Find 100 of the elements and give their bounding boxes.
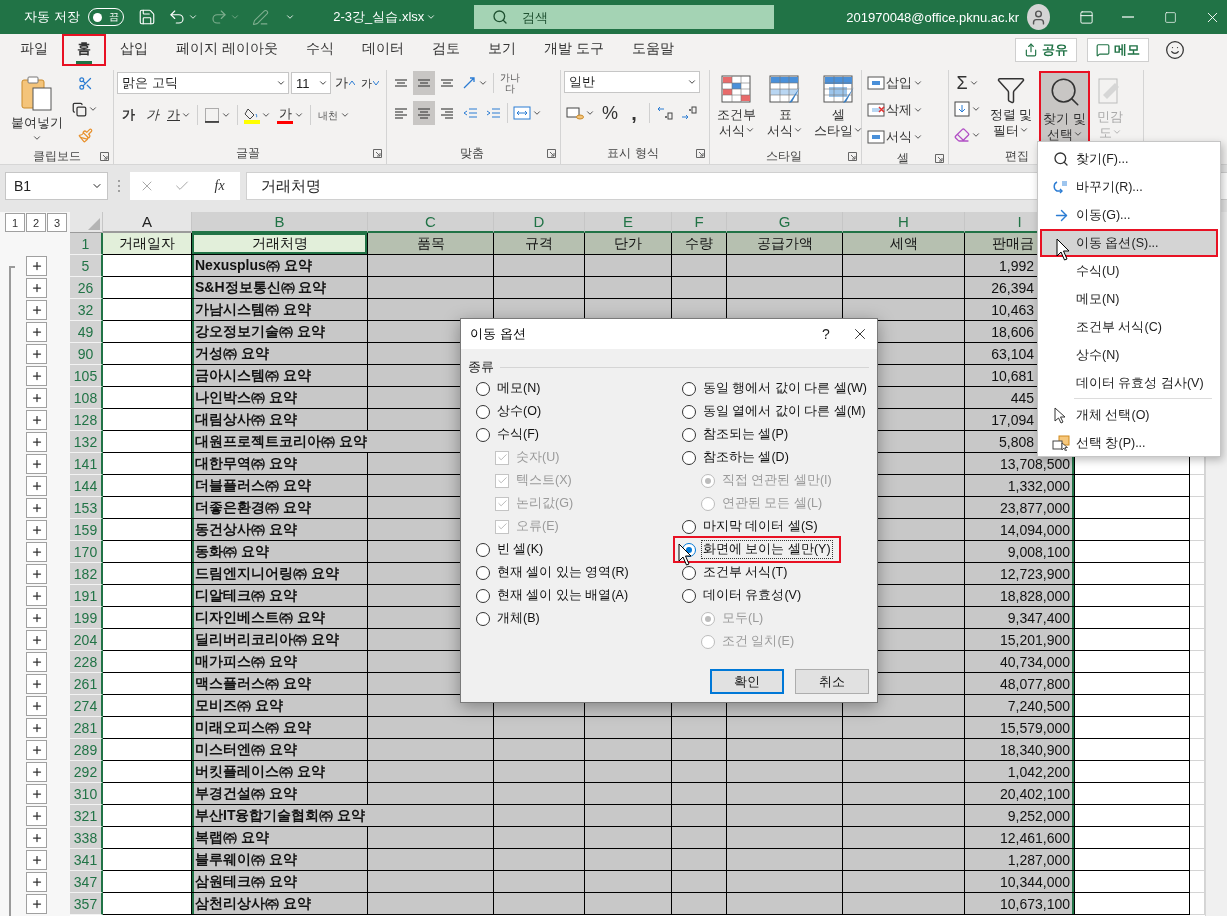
conditional-formatting-button[interactable]: 조건부 서식 bbox=[713, 71, 760, 147]
dialog-launcher-icon[interactable] bbox=[100, 152, 109, 161]
dialog-launcher-icon[interactable] bbox=[373, 149, 382, 158]
expand-button[interactable] bbox=[26, 850, 47, 870]
expand-button[interactable] bbox=[26, 608, 47, 628]
row-header[interactable]: 261 bbox=[70, 673, 103, 695]
row-header[interactable]: 26 bbox=[70, 277, 103, 299]
radio-button[interactable] bbox=[476, 611, 490, 626]
expand-button[interactable] bbox=[26, 322, 47, 342]
option-label[interactable]: 마지막 데이터 셀(S) bbox=[701, 517, 820, 536]
ribbon-tab[interactable]: 개발 도구 bbox=[529, 34, 618, 66]
expand-button[interactable] bbox=[26, 894, 47, 914]
expand-button[interactable] bbox=[26, 476, 47, 496]
expand-button[interactable] bbox=[26, 806, 47, 826]
dialog-launcher-icon[interactable] bbox=[848, 152, 857, 161]
row-header[interactable]: 182 bbox=[70, 563, 103, 585]
row-header[interactable]: 153 bbox=[70, 497, 103, 519]
dialog-launcher-icon[interactable] bbox=[935, 154, 944, 163]
option-label[interactable]: 개체(B) bbox=[495, 609, 542, 628]
row-header[interactable]: 132 bbox=[70, 431, 103, 453]
file-name-button[interactable]: 2-3강_실습.xlsx bbox=[331, 2, 439, 32]
outline-level-button[interactable]: 1 bbox=[5, 213, 25, 232]
menu-item[interactable]: 바꾸기(R)... bbox=[1040, 173, 1218, 201]
radio-button[interactable] bbox=[682, 427, 696, 442]
expand-button[interactable] bbox=[26, 564, 47, 584]
option-label[interactable]: 현재 셀이 있는 배열(A) bbox=[495, 586, 631, 605]
row-header[interactable]: 289 bbox=[70, 739, 103, 761]
ribbon-tab[interactable]: 홈 bbox=[62, 34, 106, 66]
share-button[interactable]: 공유 bbox=[1014, 38, 1077, 62]
row-header[interactable]: 191 bbox=[70, 585, 103, 607]
expand-button[interactable] bbox=[26, 366, 47, 386]
row-header[interactable]: 90 bbox=[70, 343, 103, 365]
delete-cells-button[interactable]: 삭제 bbox=[865, 98, 925, 122]
row-header[interactable]: 338 bbox=[70, 827, 103, 849]
option-label[interactable]: 상수(O) bbox=[495, 402, 544, 421]
menu-item[interactable]: 이동 옵션(S)... bbox=[1040, 229, 1218, 257]
option-label[interactable]: 참조하는 셀(D) bbox=[701, 448, 791, 467]
comments-button[interactable]: 메모 bbox=[1086, 38, 1149, 62]
paste-button[interactable]: 붙여넣기 bbox=[7, 71, 67, 147]
decrease-font-button[interactable]: 가 bbox=[359, 71, 381, 95]
radio-button[interactable] bbox=[682, 565, 696, 580]
format-as-table-button[interactable]: 표 서식 bbox=[763, 71, 807, 147]
expand-button[interactable] bbox=[26, 586, 47, 606]
row-header[interactable]: 32 bbox=[70, 299, 103, 321]
cancel-button[interactable]: 취소 bbox=[795, 669, 869, 694]
row-header[interactable]: 199 bbox=[70, 607, 103, 629]
sort-filter-button[interactable]: 정렬 및 필터 bbox=[986, 71, 1037, 147]
expand-button[interactable] bbox=[26, 718, 47, 738]
increase-font-button[interactable]: 가 bbox=[333, 71, 357, 95]
row-header[interactable]: 341 bbox=[70, 849, 103, 871]
expand-button[interactable] bbox=[26, 762, 47, 782]
row-header[interactable]: 128 bbox=[70, 409, 103, 431]
option-label[interactable]: 참조되는 셀(P) bbox=[701, 425, 791, 444]
radio-button[interactable] bbox=[476, 404, 490, 419]
expand-button[interactable] bbox=[26, 278, 47, 298]
row-header[interactable]: 204 bbox=[70, 629, 103, 651]
row-header[interactable]: 108 bbox=[70, 387, 103, 409]
expand-button[interactable] bbox=[26, 740, 47, 760]
expand-button[interactable] bbox=[26, 542, 47, 562]
middle-align-button[interactable] bbox=[413, 71, 435, 95]
column-header[interactable]: E bbox=[585, 212, 672, 233]
radio-button[interactable] bbox=[682, 404, 696, 419]
expand-button[interactable] bbox=[26, 784, 47, 804]
ribbon-tab[interactable]: 페이지 레이아웃 bbox=[162, 34, 292, 66]
column-header[interactable]: G bbox=[727, 212, 843, 233]
radio-button[interactable] bbox=[476, 565, 490, 580]
expand-button[interactable] bbox=[26, 696, 47, 716]
row-header[interactable]: 144 bbox=[70, 475, 103, 497]
insert-cells-button[interactable]: 삽입 bbox=[865, 71, 925, 95]
option-label[interactable]: 메모(N) bbox=[495, 379, 543, 398]
dialog-launcher-icon[interactable] bbox=[547, 149, 556, 158]
option-label[interactable]: 조건부 서식(T) bbox=[701, 563, 790, 582]
expand-button[interactable] bbox=[26, 388, 47, 408]
search-field[interactable]: 검색 bbox=[474, 5, 775, 29]
underline-button[interactable]: 가 bbox=[165, 103, 193, 127]
outline-level-button[interactable]: 2 bbox=[26, 213, 46, 232]
option-label[interactable]: 화면에 보이는 셀만(Y) bbox=[701, 540, 833, 559]
expand-button[interactable] bbox=[26, 410, 47, 430]
bold-button[interactable]: 가 bbox=[117, 103, 139, 127]
help-button[interactable]: ? bbox=[809, 319, 843, 349]
expand-button[interactable] bbox=[26, 872, 47, 892]
radio-button[interactable] bbox=[682, 519, 696, 534]
row-header[interactable]: 347 bbox=[70, 871, 103, 893]
row-header[interactable]: 159 bbox=[70, 519, 103, 541]
radio-button[interactable] bbox=[682, 450, 696, 465]
name-box[interactable]: B1 bbox=[5, 172, 108, 200]
radio-button[interactable] bbox=[682, 588, 696, 603]
expand-button[interactable] bbox=[26, 498, 47, 518]
column-header[interactable]: A bbox=[103, 212, 192, 233]
column-header[interactable]: H bbox=[843, 212, 965, 233]
ribbon-tab[interactable]: 데이터 bbox=[347, 34, 418, 66]
row-header[interactable]: 49 bbox=[70, 321, 103, 343]
ribbon-tab[interactable]: 파일 bbox=[6, 34, 62, 66]
ribbon-tab[interactable]: 수식 bbox=[291, 34, 348, 66]
row-header[interactable]: 274 bbox=[70, 695, 103, 717]
column-header[interactable]: F bbox=[672, 212, 727, 233]
expand-button[interactable] bbox=[26, 674, 47, 694]
ribbon-tab[interactable]: 보기 bbox=[473, 34, 530, 66]
phonetic-button[interactable]: 내천 bbox=[315, 103, 352, 127]
expand-button[interactable] bbox=[26, 630, 47, 650]
